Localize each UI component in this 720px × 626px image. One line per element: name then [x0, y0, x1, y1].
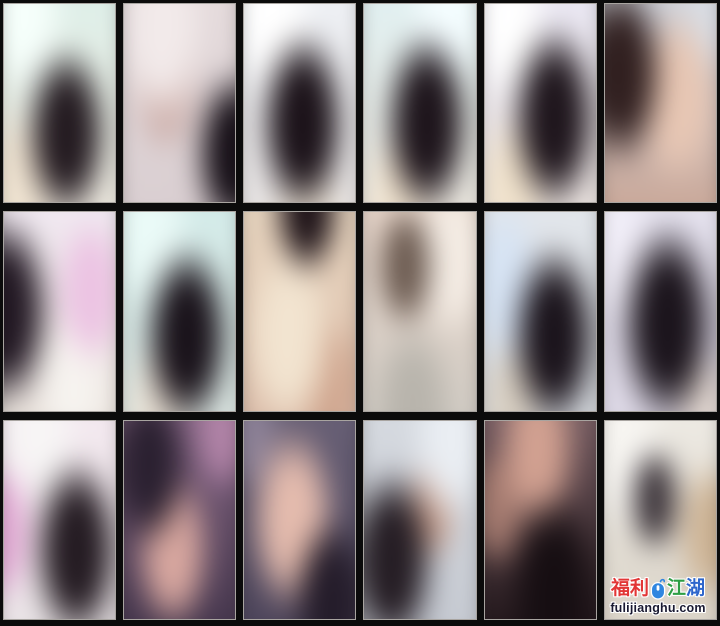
video-thumbnail-10[interactable] — [363, 211, 476, 411]
watermark-logo-char: 福 — [611, 578, 630, 600]
thumbnail-preview-image — [363, 420, 476, 620]
video-thumbnail-17[interactable] — [484, 420, 597, 620]
thumbnail-preview-image — [123, 211, 236, 411]
thumbnail-preview-image — [123, 3, 236, 203]
video-thumbnail-8[interactable] — [123, 211, 236, 411]
video-thumbnail-2[interactable] — [123, 3, 236, 203]
watermark-logo-char: 利 — [630, 578, 649, 600]
thumbnail-preview-image — [3, 211, 116, 411]
mouse-icon — [650, 578, 666, 600]
thumbnail-preview-image — [484, 420, 597, 620]
video-thumbnail-12[interactable] — [604, 211, 717, 411]
video-thumbnail-16[interactable] — [363, 420, 476, 620]
video-thumbnail-7[interactable] — [3, 211, 116, 411]
thumbnail-preview-image — [604, 3, 717, 203]
thumbnail-preview-image — [243, 211, 356, 411]
video-thumbnail-3[interactable] — [243, 3, 356, 203]
thumbnail-preview-image — [123, 420, 236, 620]
video-thumbnail-1[interactable] — [3, 3, 116, 203]
thumbnail-preview-image — [243, 3, 356, 203]
thumbnail-preview-image — [363, 211, 476, 411]
video-thumbnail-6[interactable] — [604, 3, 717, 203]
video-thumbnail-11[interactable] — [484, 211, 597, 411]
site-watermark: 福利 江湖 fulijianghu.com — [599, 577, 717, 615]
thumbnail-preview-image — [3, 420, 116, 620]
thumbnail-preview-image — [484, 3, 597, 203]
thumbnail-preview-image — [604, 211, 717, 411]
video-thumbnail-13[interactable] — [3, 420, 116, 620]
video-thumbnail-15[interactable] — [243, 420, 356, 620]
watermark-domain: fulijianghu.com — [599, 601, 717, 615]
video-thumbnail-5[interactable] — [484, 3, 597, 203]
thumbnail-preview-image — [484, 211, 597, 411]
video-thumbnail-14[interactable] — [123, 420, 236, 620]
thumbnail-grid — [0, 0, 720, 626]
watermark-logo-char: 湖 — [686, 578, 705, 600]
thumbnail-preview-image — [3, 3, 116, 203]
thumbnail-preview-image — [363, 3, 476, 203]
video-thumbnail-9[interactable] — [243, 211, 356, 411]
thumbnail-preview-image — [243, 420, 356, 620]
video-thumbnail-4[interactable] — [363, 3, 476, 203]
watermark-logo-char: 江 — [667, 578, 686, 600]
watermark-logo: 福利 江湖 — [599, 577, 717, 601]
